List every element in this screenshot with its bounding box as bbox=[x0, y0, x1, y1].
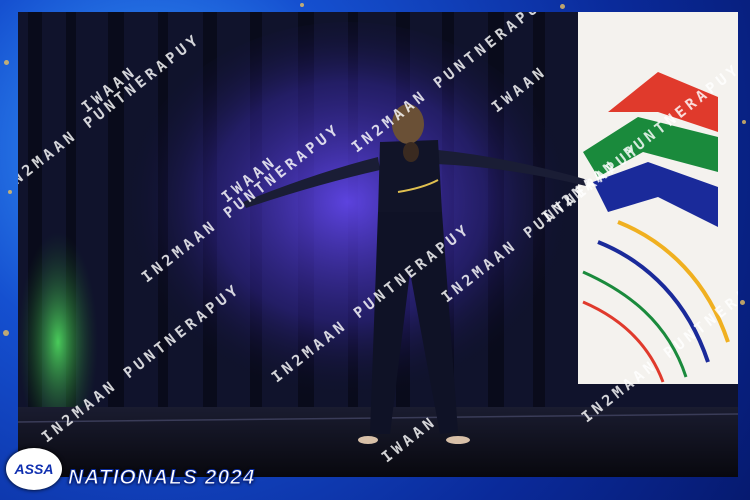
glitter-speck bbox=[3, 330, 9, 336]
glitter-speck bbox=[740, 300, 745, 305]
stage-photo: IN2MAAN PUNTNERAPUY IWAAN IN2MAAN PUNTNE… bbox=[18, 12, 738, 477]
flag-banner bbox=[578, 12, 738, 384]
glitter-speck bbox=[560, 4, 565, 9]
glitter-speck bbox=[300, 3, 304, 7]
glitter-speck bbox=[4, 60, 9, 65]
purple-spotlight bbox=[118, 22, 578, 422]
event-title: NATIONALS 2024 bbox=[68, 466, 256, 490]
assa-logo: ASSA bbox=[6, 448, 62, 490]
stage-scene bbox=[18, 12, 738, 477]
photo-frame-border: IN2MAAN PUNTNERAPUY IWAAN IN2MAAN PUNTNE… bbox=[0, 0, 750, 500]
logo-text: ASSA bbox=[14, 461, 54, 477]
glitter-speck bbox=[742, 120, 746, 124]
glitter-speck bbox=[8, 190, 12, 194]
